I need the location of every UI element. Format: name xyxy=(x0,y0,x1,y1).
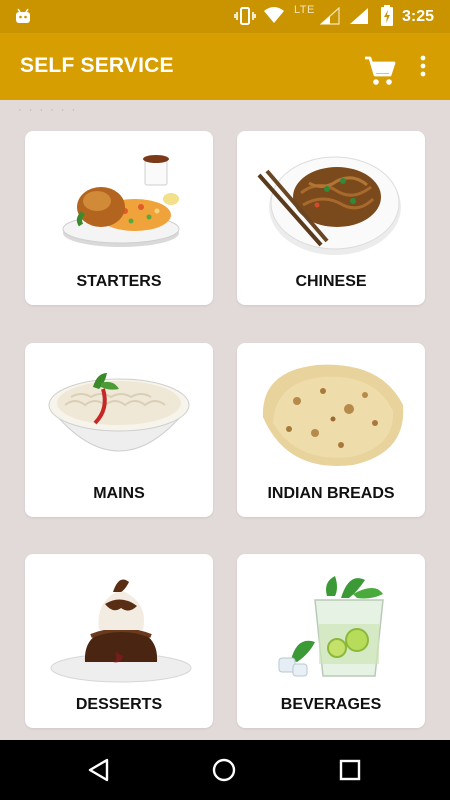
cell-signal-icon xyxy=(320,7,340,25)
battery-charging-icon xyxy=(381,5,393,26)
category-label: CHINESE xyxy=(295,273,367,290)
beverages-image xyxy=(278,576,384,677)
category-label: INDIAN BREADS xyxy=(267,485,395,502)
category-label: STARTERS xyxy=(76,273,162,290)
desserts-image xyxy=(50,579,192,683)
network-type-label: LTE xyxy=(294,4,315,16)
system-navigation-bar xyxy=(0,740,450,800)
category-card-starters[interactable]: STARTERS xyxy=(25,131,213,305)
category-card-chinese[interactable]: CHINESE xyxy=(237,131,425,305)
app-bar: SELF SERVICE xyxy=(0,33,450,100)
category-card-beverages[interactable]: BEVERAGES xyxy=(237,554,425,728)
status-bar: LTE 3:25 xyxy=(0,0,450,33)
recents-square-icon xyxy=(339,759,361,781)
category-label: MAINS xyxy=(93,485,145,502)
home-button[interactable] xyxy=(211,757,237,788)
shopping-cart-icon xyxy=(365,56,396,85)
category-card-mains[interactable]: MAINS xyxy=(25,343,213,517)
home-circle-icon xyxy=(212,758,236,782)
wifi-icon xyxy=(264,7,284,23)
back-triangle-icon xyxy=(88,758,109,782)
category-grid: · · · · · · STARTERS CHINESE MAINS INDIA… xyxy=(0,100,450,740)
indian-breads-image xyxy=(262,364,404,466)
category-label: BEVERAGES xyxy=(280,696,382,713)
cart-button[interactable] xyxy=(362,53,398,89)
recents-button[interactable] xyxy=(337,757,363,788)
status-clock: 3:25 xyxy=(402,8,435,25)
app-title: SELF SERVICE xyxy=(20,54,174,77)
more-vert-icon xyxy=(420,55,426,77)
faded-scroll-artifact: · · · · · · xyxy=(18,104,78,116)
android-notification-icon xyxy=(16,8,30,23)
starters-food-image xyxy=(62,155,180,247)
category-card-desserts[interactable]: DESSERTS xyxy=(25,554,213,728)
overflow-menu-button[interactable] xyxy=(414,53,432,83)
vibrate-icon xyxy=(234,7,256,25)
cell-signal-full-icon xyxy=(350,8,368,24)
category-label: DESSERTS xyxy=(75,696,163,713)
mains-food-image xyxy=(48,373,190,452)
chinese-food-image xyxy=(257,156,401,255)
back-button[interactable] xyxy=(86,757,112,788)
category-card-indian-breads[interactable]: INDIAN BREADS xyxy=(237,343,425,517)
